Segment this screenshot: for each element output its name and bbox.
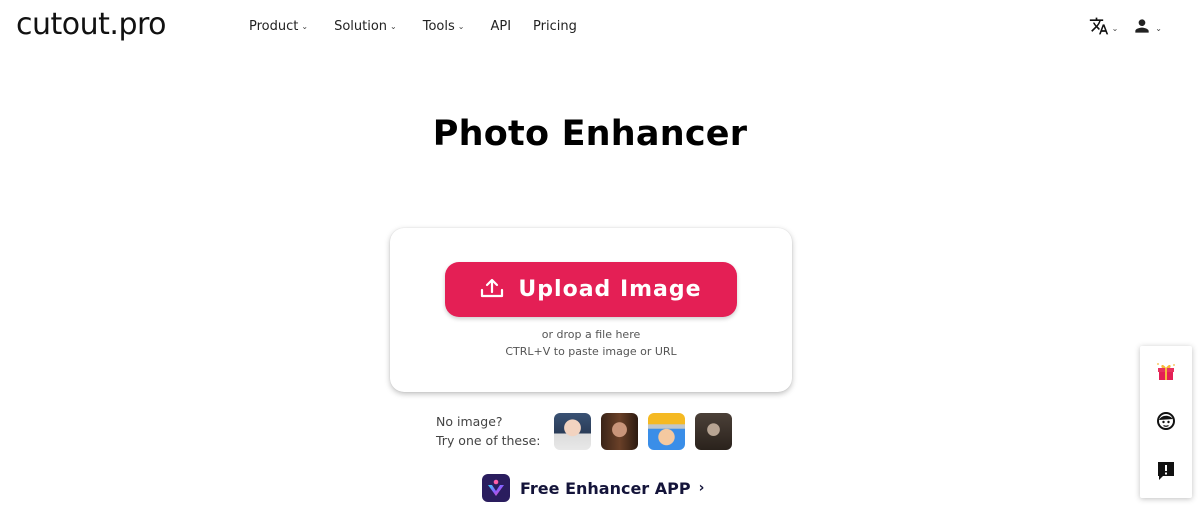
nav-solution-label: Solution — [334, 19, 388, 34]
nav-product-label: Product — [249, 19, 299, 34]
chevron-down-icon: ⌄ — [301, 22, 309, 31]
nav-solution[interactable]: Solution ⌄ — [334, 19, 397, 34]
app-link-label: Free Enhancer APP — [520, 478, 691, 498]
floating-action-bar — [1140, 346, 1192, 498]
upload-button-label: Upload Image — [518, 277, 702, 302]
chevron-down-icon: ⌄ — [1155, 23, 1162, 33]
user-icon — [1132, 16, 1152, 40]
nav-product[interactable]: Product ⌄ — [249, 19, 308, 34]
samples-line1: No image? — [436, 414, 503, 429]
language-selector[interactable]: ⌄ — [1089, 16, 1119, 40]
header-tools: ⌄ ⌄ — [1075, 16, 1162, 40]
chevron-down-icon: ⌄ — [1111, 23, 1119, 33]
support-button[interactable] — [1140, 403, 1192, 443]
upload-image-button[interactable]: Upload Image — [445, 262, 737, 317]
sample-thumbnail-anime[interactable] — [647, 412, 685, 450]
feedback-button[interactable] — [1140, 453, 1192, 493]
upload-icon — [480, 277, 504, 303]
upload-dropzone[interactable]: Upload Image or drop a file here CTRL+V … — [390, 228, 792, 392]
gift-icon — [1155, 360, 1177, 386]
nav-tools[interactable]: Tools ⌄ — [423, 19, 465, 34]
page-title: Photo Enhancer — [432, 114, 748, 154]
gift-button[interactable] — [1140, 353, 1192, 393]
sample-thumbnail-woman[interactable] — [600, 412, 638, 450]
account-menu[interactable]: ⌄ — [1132, 16, 1162, 40]
support-icon — [1155, 410, 1177, 436]
drop-hint: or drop a file here CTRL+V to paste imag… — [390, 326, 792, 360]
sample-thumbnail-girl[interactable] — [553, 412, 591, 450]
nav-pricing[interactable]: Pricing — [533, 19, 577, 34]
chevron-down-icon: ⌄ — [457, 22, 465, 31]
logo[interactable]: cutout.pro — [16, 7, 167, 42]
sample-thumbnail-vintage[interactable] — [694, 412, 732, 450]
nav-api-label: API — [490, 19, 512, 34]
free-enhancer-app-link[interactable]: Free Enhancer APP › — [482, 474, 704, 502]
samples-line2: Try one of these: — [436, 433, 541, 448]
sample-images: No image? Try one of these: — [436, 412, 742, 450]
drop-hint-line1: or drop a file here — [541, 328, 641, 341]
drop-hint-line2: CTRL+V to paste image or URL — [505, 345, 677, 358]
translate-icon — [1089, 16, 1109, 40]
samples-prompt: No image? Try one of these: — [436, 412, 541, 450]
site-header: cutout.pro Product ⌄ Solution ⌄ Tools ⌄ … — [0, 0, 1200, 56]
chevron-down-icon: ⌄ — [390, 22, 397, 31]
main-nav: Product ⌄ Solution ⌄ Tools ⌄ API Pricing — [249, 19, 599, 34]
chevron-right-icon: › — [698, 480, 705, 496]
feedback-icon — [1156, 460, 1176, 486]
app-logo-icon — [482, 474, 510, 502]
nav-tools-label: Tools — [422, 19, 455, 34]
nav-api[interactable]: API — [490, 19, 511, 34]
nav-pricing-label: Pricing — [533, 19, 577, 34]
